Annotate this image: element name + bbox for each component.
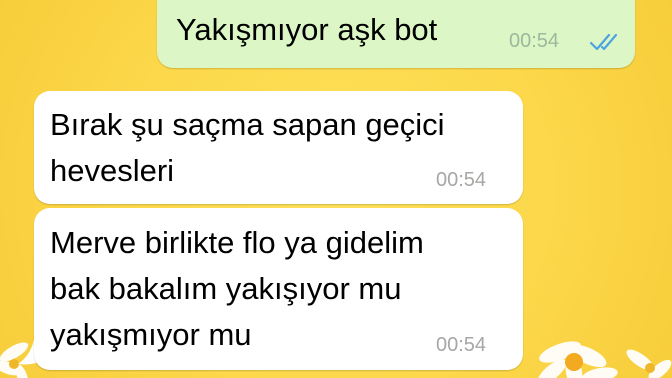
double-check-read-icon [589, 33, 618, 51]
message-line: hevesleri [50, 153, 175, 188]
message-text: Bırak şu saçma sapan geçici hevesleri [50, 102, 445, 194]
message-line: Merve birlikte flo ya gidelim [50, 225, 424, 260]
message-text: Merve birlikte flo ya gidelim bak bakalı… [50, 220, 424, 358]
message-timestamp: 00:54 [509, 30, 560, 52]
message-line: yakışmıyor mu [50, 317, 252, 352]
message-line: bak bakalım yakışıyor mu [50, 271, 402, 306]
message-text: Yakışmıyor aşk bot [176, 7, 437, 53]
message-bubble-outgoing[interactable]: Yakışmıyor aşk bot 00:54 [157, 0, 635, 68]
message-bubble-incoming[interactable]: Merve birlikte flo ya gidelim bak bakalı… [34, 208, 523, 370]
message-line: Yakışmıyor aşk bot [176, 12, 438, 47]
chat-area[interactable]: Yakışmıyor aşk bot 00:54 Bırak şu saçma … [0, 0, 672, 378]
message-timestamp: 00:54 [436, 169, 487, 191]
message-timestamp: 00:54 [436, 334, 487, 356]
message-line: Bırak şu saçma sapan geçici [50, 107, 445, 142]
flower-right [537, 341, 672, 378]
message-bubble-incoming[interactable]: Bırak şu saçma sapan geçici hevesleri 00… [34, 91, 523, 204]
